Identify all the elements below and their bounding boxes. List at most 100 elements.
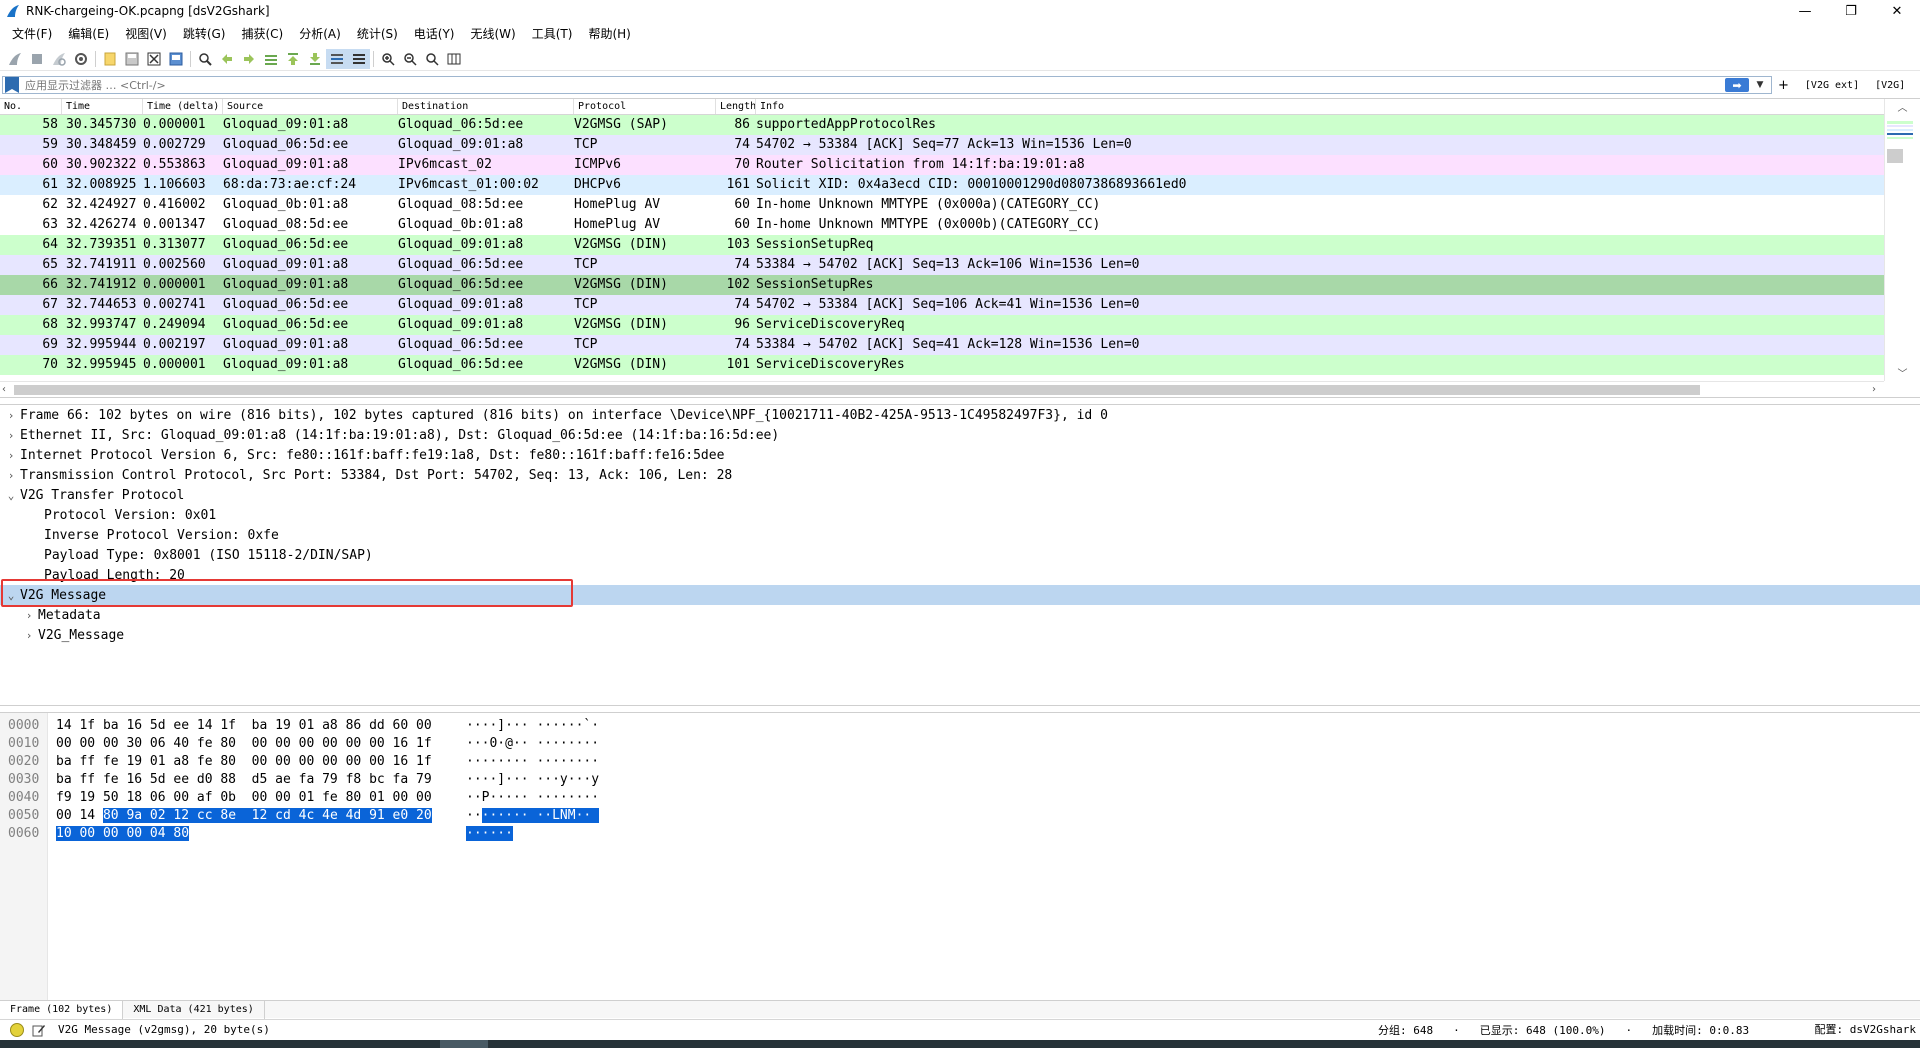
expanded-chevron-icon[interactable]: ⌄ xyxy=(2,489,20,502)
ascii-bytes[interactable]: ····]··· ······`· xyxy=(456,717,599,735)
collapsed-chevron-icon[interactable]: › xyxy=(2,409,20,422)
first-packet-icon[interactable] xyxy=(282,49,304,69)
save-file-icon[interactable] xyxy=(121,49,143,69)
hex-bytes[interactable]: f9 19 50 18 06 00 af 0b 00 00 01 fe 80 0… xyxy=(48,789,456,807)
detail-tree-item[interactable]: Payload Length: 20 xyxy=(0,565,1920,585)
minimize-button[interactable]: — xyxy=(1782,0,1828,22)
ascii-bytes[interactable]: ········ ········ xyxy=(456,753,599,771)
menu-capture[interactable]: 捕获(C) xyxy=(233,24,291,44)
status-profile[interactable]: 配置: dsV2Gshark xyxy=(1815,1020,1916,1040)
packet-row[interactable]: 69 32.995944 0.002197 Gloquad_09:01:a8 Gloqu… xyxy=(0,335,1920,355)
last-packet-icon[interactable] xyxy=(304,49,326,69)
shark-fin-start-icon[interactable] xyxy=(4,49,26,69)
menu-help[interactable]: 帮助(H) xyxy=(580,24,638,44)
hex-bytes[interactable]: 00 00 00 30 06 40 fe 80 00 00 00 00 00 0… xyxy=(48,735,456,753)
menu-telephony[interactable]: 电话(Y) xyxy=(406,24,463,44)
colorize-icon[interactable] xyxy=(348,48,370,69)
column-header-info[interactable]: Info xyxy=(756,99,1920,114)
add-filter-button[interactable]: + xyxy=(1778,78,1789,93)
hex-bytes[interactable]: 10 00 00 00 04 80 xyxy=(48,825,456,843)
filter-button-v2g-ext[interactable]: [V2G ext] xyxy=(1805,80,1859,91)
apply-filter-arrow-icon[interactable]: ➡ xyxy=(1725,78,1749,92)
scroll-left-icon[interactable]: ‹ xyxy=(2,382,6,397)
menu-edit[interactable]: 编辑(E) xyxy=(60,24,117,44)
tab-frame-bytes[interactable]: Frame (102 bytes) xyxy=(0,1000,124,1019)
bookmark-icon[interactable] xyxy=(5,77,19,93)
ascii-bytes[interactable]: ········ ··LNM·· xyxy=(456,807,600,825)
collapsed-chevron-icon[interactable]: › xyxy=(20,609,38,622)
close-file-icon[interactable] xyxy=(143,49,165,69)
detail-tree-item[interactable]: Payload Type: 0x8001 (ISO 15118-2/DIN/SA… xyxy=(0,545,1920,565)
restore-button[interactable]: ❐ xyxy=(1828,0,1874,22)
zoom-in-icon[interactable] xyxy=(377,49,399,69)
scroll-up-icon[interactable]: ︿ xyxy=(1885,99,1920,115)
edit-comment-icon[interactable] xyxy=(32,1023,46,1037)
packet-row[interactable]: 62 32.424927 0.416002 Gloquad_0b:01:a8 Gloqu… xyxy=(0,195,1920,215)
reload-icon[interactable] xyxy=(165,49,187,69)
column-header-time[interactable]: Time xyxy=(62,99,143,114)
go-back-icon[interactable] xyxy=(216,49,238,69)
display-filter-field[interactable]: ➡ ▼ xyxy=(2,76,1772,94)
packet-row[interactable]: 65 32.741911 0.002560 Gloquad_09:01:a8 Gloqu… xyxy=(0,255,1920,275)
autoscroll-icon[interactable] xyxy=(326,48,348,69)
column-header-destination[interactable]: Destination xyxy=(398,99,574,114)
zoom-out-icon[interactable] xyxy=(399,49,421,69)
collapsed-chevron-icon[interactable]: › xyxy=(2,449,20,462)
menu-go[interactable]: 跳转(G) xyxy=(175,24,234,44)
go-forward-icon[interactable] xyxy=(238,49,260,69)
packet-row[interactable]: 58 30.345730 0.000001 Gloquad_09:01:a8 Gloqu… xyxy=(0,115,1920,135)
hex-bytes[interactable]: ba ff fe 19 01 a8 fe 80 00 00 00 00 00 0… xyxy=(48,753,456,771)
detail-tree-item[interactable]: › Frame 66: 102 bytes on wire (816 bits),… xyxy=(0,405,1920,425)
go-to-packet-icon[interactable] xyxy=(260,49,282,69)
ascii-bytes[interactable]: ······ xyxy=(456,825,513,843)
detail-tree-item[interactable]: Protocol Version: 0x01 xyxy=(0,505,1920,525)
packet-row[interactable]: 63 32.426274 0.001347 Gloquad_08:5d:ee Gloqu… xyxy=(0,215,1920,235)
filter-button-v2g[interactable]: [V2G] xyxy=(1875,80,1905,91)
options-gear-icon[interactable] xyxy=(70,49,92,69)
packet-list-horizontal-scrollbar[interactable]: ‹ › xyxy=(0,381,1884,397)
open-file-icon[interactable] xyxy=(99,49,121,69)
close-button[interactable]: ✕ xyxy=(1874,0,1920,22)
column-header-source[interactable]: Source xyxy=(223,99,398,114)
packet-row[interactable]: 61 32.008925 1.106603 68:da:73:ae:cf:24 IPv6… xyxy=(0,175,1920,195)
packet-row[interactable]: 64 32.739351 0.313077 Gloquad_06:5d:ee Gloqu… xyxy=(0,235,1920,255)
expert-info-led-icon[interactable] xyxy=(10,1022,24,1037)
menu-wireless[interactable]: 无线(W) xyxy=(463,24,524,44)
menu-file[interactable]: 文件(F) xyxy=(4,24,60,44)
detail-tree-item[interactable]: ⌄ V2G Message xyxy=(0,585,1920,605)
chevron-down-icon[interactable]: ▼ xyxy=(1753,77,1767,93)
collapsed-chevron-icon[interactable]: › xyxy=(2,429,20,442)
packet-list-vertical-scrollbar[interactable]: ︿ ﹀ xyxy=(1884,99,1920,381)
restart-icon[interactable] xyxy=(48,49,70,69)
detail-tree-item[interactable]: › Internet Protocol Version 6, Src: fe80:… xyxy=(0,445,1920,465)
scroll-right-icon[interactable]: › xyxy=(1872,382,1876,397)
detail-tree-item[interactable]: › Transmission Control Protocol, Src Port… xyxy=(0,465,1920,485)
packet-row[interactable]: 67 32.744653 0.002741 Gloquad_06:5d:ee Gloqu… xyxy=(0,295,1920,315)
stop-icon[interactable] xyxy=(26,49,48,69)
packet-minimap[interactable] xyxy=(1887,115,1913,365)
hex-bytes[interactable]: 14 1f ba 16 5d ee 14 1f ba 19 01 a8 86 d… xyxy=(48,717,456,735)
ascii-bytes[interactable]: ··P····· ········ xyxy=(456,789,599,807)
tab-xml-data[interactable]: XML Data (421 bytes) xyxy=(123,1000,265,1019)
zoom-normal-icon[interactable] xyxy=(421,49,443,69)
menu-statistics[interactable]: 统计(S) xyxy=(349,24,406,44)
menu-view[interactable]: 视图(V) xyxy=(117,24,175,44)
packet-row[interactable]: 68 32.993747 0.249094 Gloquad_06:5d:ee Gloqu… xyxy=(0,315,1920,335)
packet-row[interactable]: 66 32.741912 0.000001 Gloquad_09:01:a8 Gloqu… xyxy=(0,275,1920,295)
expanded-chevron-icon[interactable]: ⌄ xyxy=(2,589,20,602)
menu-tools[interactable]: 工具(T) xyxy=(524,24,581,44)
hex-bytes[interactable]: ba ff fe 16 5d ee d0 88 d5 ae fa 79 f8 b… xyxy=(48,771,456,789)
detail-tree-item[interactable]: Inverse Protocol Version: 0xfe xyxy=(0,525,1920,545)
column-header-length[interactable]: Length xyxy=(716,99,756,114)
menu-analyze[interactable]: 分析(A) xyxy=(291,24,349,44)
packet-row[interactable]: 70 32.995945 0.000001 Gloquad_09:01:a8 Gloqu… xyxy=(0,355,1920,375)
hex-bytes[interactable]: 00 14 80 9a 02 12 cc 8e 12 cd 4c 4e 4d 9… xyxy=(48,807,456,825)
display-filter-input[interactable] xyxy=(25,78,1725,92)
collapsed-chevron-icon[interactable]: › xyxy=(20,629,38,642)
taskbar-item[interactable] xyxy=(440,1040,488,1048)
scrollbar-thumb[interactable] xyxy=(14,385,1700,395)
packet-row[interactable]: 59 30.348459 0.002729 Gloquad_06:5d:ee Gloqu… xyxy=(0,135,1920,155)
column-header-no[interactable]: No. xyxy=(0,99,62,114)
packet-row[interactable]: 60 30.902322 0.553863 Gloquad_09:01:a8 IPv6m… xyxy=(0,155,1920,175)
ascii-bytes[interactable]: ····]··· ···y···y xyxy=(456,771,599,789)
